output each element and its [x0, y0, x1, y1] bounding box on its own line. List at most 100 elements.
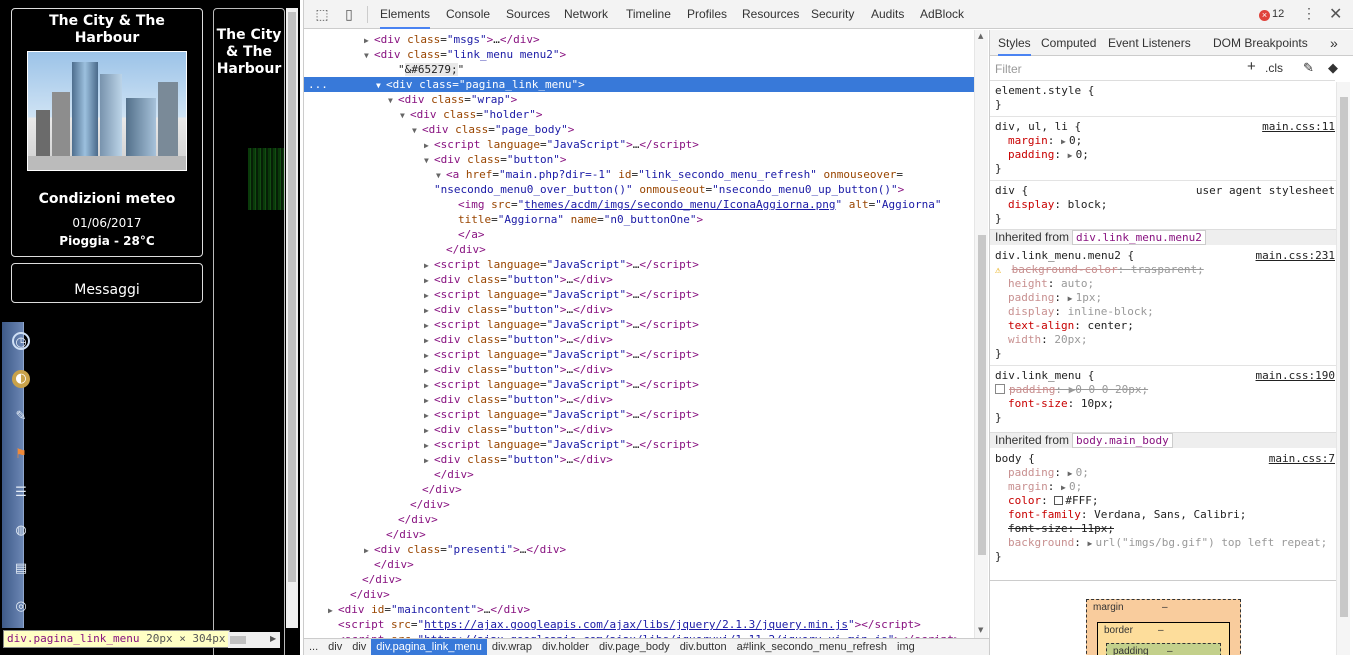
dom-node[interactable]: ▶ <div class="button">…</div> — [304, 392, 974, 407]
rule-source-link[interactable]: main.css:231 — [1256, 249, 1335, 263]
css-value[interactable]: auto; — [1061, 277, 1094, 290]
dom-node[interactable]: <img src="themes/acdm/imgs/secondo_menu/… — [304, 197, 974, 212]
box-model-padding[interactable]: padding – — [1106, 643, 1221, 655]
node-ellipsis-icon[interactable]: ... — [308, 77, 328, 92]
device-mode-icon[interactable]: ▯ — [341, 6, 357, 22]
dom-node[interactable]: </div> — [304, 482, 974, 497]
css-property[interactable]: padding — [1009, 383, 1055, 396]
padding-value[interactable]: – — [1167, 646, 1173, 655]
inherited-chip[interactable]: body.main_body — [1072, 433, 1173, 448]
expand-triangle-icon[interactable]: ▶ — [424, 138, 434, 153]
dom-node[interactable]: <script src="https://ajax.googleapis.com… — [304, 617, 974, 632]
messages-panel[interactable]: Messaggi — [11, 263, 203, 303]
breadcrumb-item[interactable]: ... — [304, 639, 323, 655]
tab-profiles[interactable]: Profiles — [687, 0, 727, 29]
rule-source-link[interactable]: main.css:11 — [1262, 120, 1335, 134]
css-property[interactable]: padding — [1008, 291, 1054, 304]
scroll-up-icon[interactable]: ▲ — [978, 32, 983, 40]
box-model-border[interactable]: border – padding – — [1097, 622, 1230, 655]
dom-node[interactable]: ▶ <div class="button">…</div> — [304, 272, 974, 287]
css-value[interactable]: url("imgs/bg.gif") top left repeat; — [1095, 536, 1327, 549]
database-icon[interactable]: ☰ — [12, 484, 30, 502]
page-hscrollbar[interactable]: ▶ — [228, 632, 280, 648]
dom-node[interactable]: </div> — [304, 587, 974, 602]
css-value[interactable]: 0; — [1069, 480, 1082, 493]
rule-source-link[interactable]: main.css:7 — [1269, 452, 1335, 466]
css-value[interactable]: 0; — [1076, 148, 1089, 161]
tab-styles[interactable]: Styles — [998, 30, 1031, 56]
expand-triangle-icon[interactable]: ▶ — [424, 348, 434, 363]
expand-triangle-icon[interactable]: ▶ — [424, 423, 434, 438]
css-property[interactable]: font-size — [1008, 522, 1068, 535]
dom-node[interactable]: ▶ <script language="JavaScript">…</script… — [304, 137, 974, 152]
dom-node[interactable]: ▼ <div class="wrap"> — [304, 92, 974, 107]
dom-node[interactable]: ▶ <div id="maincontent">…</div> — [304, 602, 974, 617]
dom-node[interactable]: </div> — [304, 497, 974, 512]
expand-triangle-icon[interactable]: ▶ — [424, 378, 434, 393]
css-value[interactable]: 20px; — [1054, 333, 1087, 346]
breadcrumb-item[interactable]: a#link_secondo_menu_refresh — [732, 639, 892, 655]
css-value[interactable]: 0; — [1076, 466, 1089, 479]
css-value[interactable]: 0 0 0 20px; — [1075, 383, 1148, 396]
css-value[interactable]: trasparent; — [1131, 263, 1204, 276]
dom-node[interactable]: ▶ <script language="JavaScript">…</script… — [304, 377, 974, 392]
dom-node[interactable]: ▼ <div class="link_menu menu2"> — [304, 47, 974, 62]
collapse-triangle-icon[interactable]: ▼ — [388, 93, 398, 108]
css-value[interactable]: 0; — [1069, 134, 1082, 147]
tools-icon[interactable]: ✎ — [12, 408, 30, 426]
tab-network[interactable]: Network — [564, 0, 608, 29]
compass-icon[interactable]: ◐ — [12, 370, 30, 388]
collapse-triangle-icon[interactable]: ▼ — [436, 168, 446, 183]
dom-node[interactable]: ▼ <a href="main.php?dir=-1" id="link_seco… — [304, 167, 974, 182]
color-swatch[interactable] — [1054, 496, 1064, 505]
dom-node[interactable]: ▼ <div class="holder"> — [304, 107, 974, 122]
dom-node[interactable]: ▶ <script language="JavaScript">…</script… — [304, 287, 974, 302]
css-property[interactable]: text-align — [1008, 319, 1074, 332]
expand-triangle-icon[interactable]: ▶ — [424, 318, 434, 333]
css-property[interactable]: display — [1008, 305, 1054, 318]
dom-node[interactable]: ▶ <script language="JavaScript">…</script… — [304, 407, 974, 422]
tab-resources[interactable]: Resources — [742, 0, 799, 29]
close-icon[interactable]: ✕ — [1329, 4, 1342, 24]
collapse-triangle-icon[interactable]: ▼ — [364, 48, 374, 63]
dom-node[interactable]: "&#65279;" — [304, 62, 974, 77]
cls-toggle[interactable]: .cls — [1265, 61, 1283, 75]
breadcrumb-item[interactable]: div.wrap — [487, 639, 537, 655]
expand-triangle-icon[interactable]: ▶ — [424, 438, 434, 453]
collapse-triangle-icon[interactable]: ▼ — [412, 123, 422, 138]
dom-node[interactable]: </div> — [304, 557, 974, 572]
margin-value[interactable]: – — [1162, 602, 1168, 613]
folder-icon[interactable]: ▤ — [12, 560, 30, 578]
dom-node[interactable]: </a> — [304, 227, 974, 242]
css-value[interactable]: 1px; — [1076, 291, 1103, 304]
dom-node[interactable]: ▼ <div class="button"> — [304, 152, 974, 167]
dom-node[interactable]: ▶ <div class="button">…</div> — [304, 332, 974, 347]
css-value[interactable]: #FFF; — [1065, 494, 1098, 507]
dom-node[interactable]: ▶ <script language="JavaScript">…</script… — [304, 317, 974, 332]
color-format-icon[interactable]: ◆ — [1328, 60, 1338, 76]
pin-icon[interactable]: ✎ — [1303, 60, 1314, 76]
css-value[interactable]: inline-block; — [1068, 305, 1154, 318]
expand-triangle-icon[interactable]: ▶ — [424, 258, 434, 273]
dom-node[interactable]: ▶ <div class="presenti">…</div> — [304, 542, 974, 557]
breadcrumb-item[interactable]: div.pagina_link_menu — [371, 639, 487, 655]
tab-event-listeners[interactable]: Event Listeners — [1108, 30, 1191, 56]
error-counter[interactable]: × 12 — [1259, 8, 1284, 21]
border-value[interactable]: – — [1158, 625, 1164, 636]
tab-security[interactable]: Security — [811, 0, 854, 29]
breadcrumb-item[interactable]: div.page_body — [594, 639, 675, 655]
expand-triangle-icon[interactable]: ▶ — [364, 543, 374, 558]
tab-adblock[interactable]: AdBlock — [920, 0, 964, 29]
css-property[interactable]: height — [1008, 277, 1048, 290]
dom-node[interactable]: </div> — [304, 467, 974, 482]
css-value[interactable]: 11px; — [1081, 522, 1114, 535]
rule-source-link[interactable]: main.css:190 — [1256, 369, 1335, 383]
tab-audits[interactable]: Audits — [871, 0, 904, 29]
dom-node[interactable]: ▶ <div class="button">…</div> — [304, 452, 974, 467]
more-tabs-icon[interactable]: » — [1330, 30, 1338, 56]
css-value[interactable]: 10px; — [1081, 397, 1114, 410]
expand-triangle-icon[interactable]: ▶ — [424, 408, 434, 423]
css-property[interactable]: color — [1008, 494, 1041, 507]
tab-sources[interactable]: Sources — [506, 0, 550, 29]
collapse-triangle-icon[interactable]: ▼ — [400, 108, 410, 123]
